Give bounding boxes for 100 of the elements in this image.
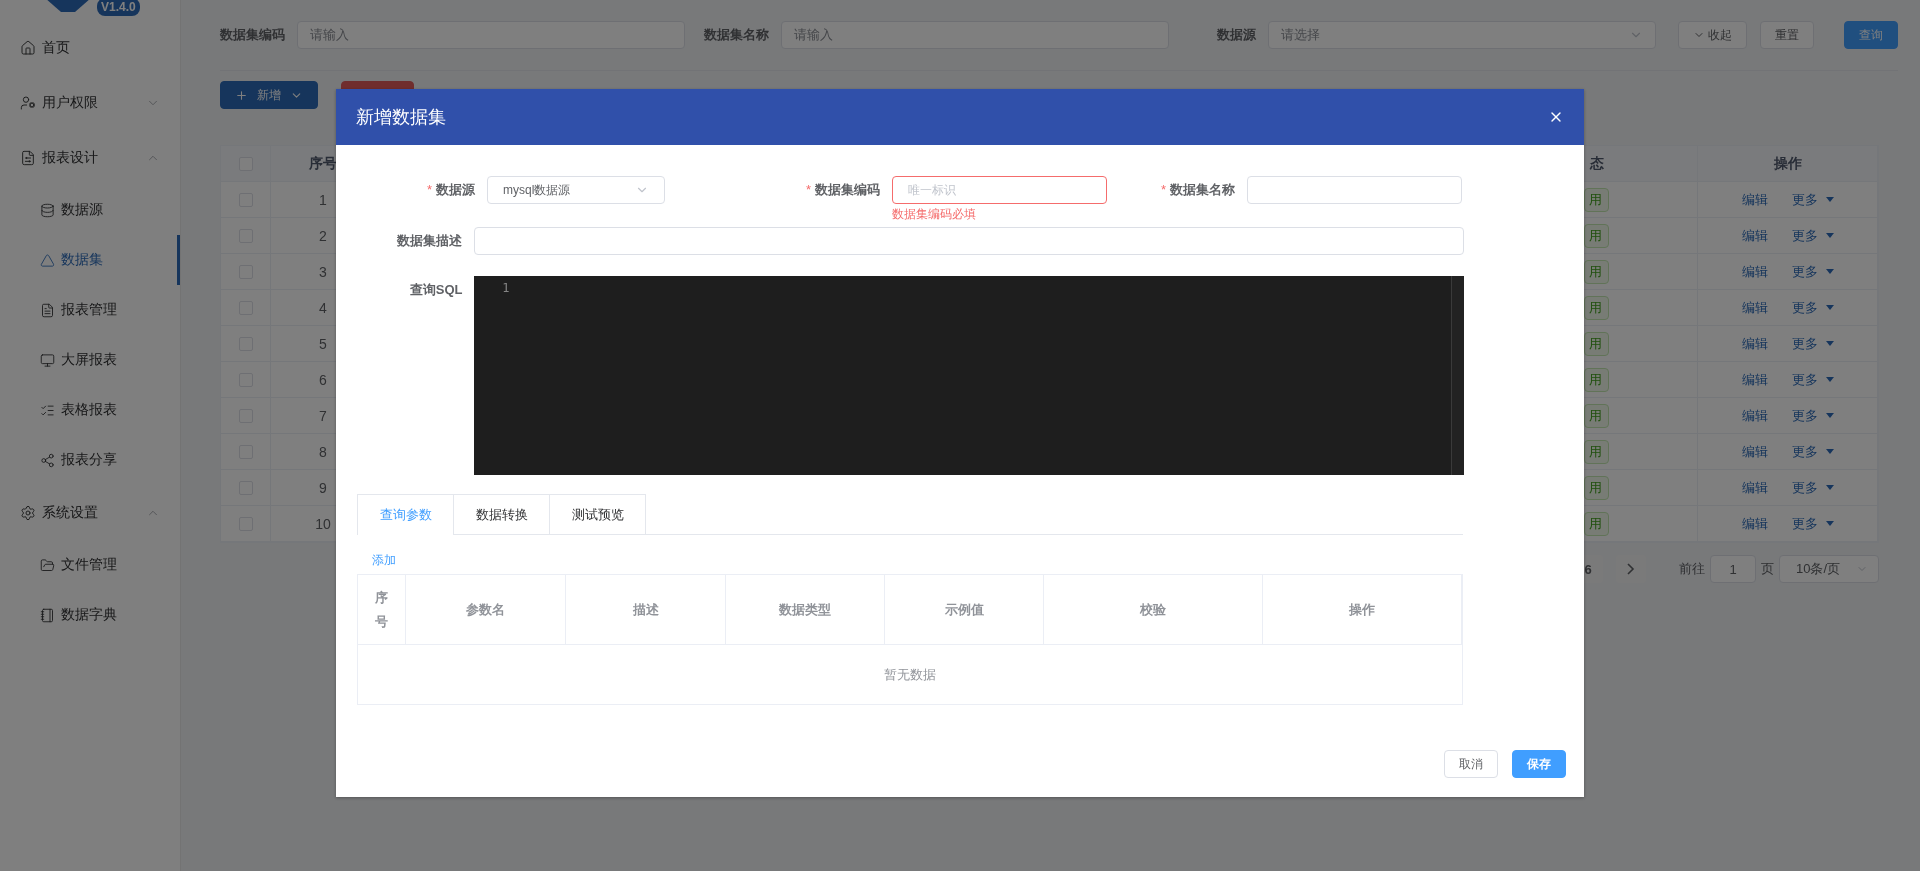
menu-item[interactable]: 首页 [0,20,180,75]
column-header: 描述 [566,575,726,644]
menu-label: 系统设置 [42,503,99,522]
status-tag: 用 [1584,259,1609,284]
submenu-item[interactable]: 数据字典 [0,590,180,640]
column-header: 数据类型 [726,575,885,644]
edit-link[interactable]: 编辑 [1741,406,1768,425]
caret-icon [1825,413,1834,418]
required-mark: * [426,182,432,197]
status-tag: 用 [1584,367,1609,392]
more-link[interactable]: 更多 [1791,406,1834,425]
edit-link[interactable]: 编辑 [1741,298,1768,317]
share-icon [40,452,55,468]
more-link[interactable]: 更多 [1791,226,1834,245]
more-link[interactable]: 更多 [1791,514,1834,533]
status-tag: 用 [1584,439,1609,464]
more-link[interactable]: 更多 [1791,334,1834,353]
code-editor[interactable]: 1 [474,276,1464,475]
caret-icon [1825,233,1834,238]
caret-icon [1825,449,1834,454]
menu-label: 报表分享 [61,451,118,469]
input-field[interactable] [474,227,1464,255]
status-tag: 用 [1584,223,1609,248]
version-badge: V1.4.0 [97,0,140,16]
more-link[interactable]: 更多 [1791,370,1834,389]
required-mark: * [805,182,811,197]
column-header: 操作 [1263,575,1462,644]
document-sliders-icon [20,149,36,166]
caret-icon [1825,485,1834,490]
select-field[interactable]: mysql数据源 [487,176,665,204]
status-tag: 用 [1584,295,1609,320]
caret-icon [1825,377,1834,382]
save-button[interactable]: 保存 [1512,750,1566,778]
add-button[interactable]: 新增 [220,81,318,109]
required-mark: * [1160,182,1166,197]
label-text: 数据集编码 [815,182,880,197]
menu-item[interactable]: 用户权限 [0,75,180,130]
more-link[interactable]: 更多 [1791,298,1834,317]
label-text: 数据集描述 [397,233,463,248]
submenu-item[interactable]: 文件管理 [0,540,180,590]
menu-label: 数据字典 [61,606,118,624]
more-link[interactable]: 更多 [1791,262,1834,281]
edit-link[interactable]: 编辑 [1741,514,1768,533]
status-tag: 用 [1584,475,1609,500]
notebook-icon [40,607,55,623]
menu-label: 报表设计 [42,148,99,167]
more-link[interactable]: 更多 [1791,190,1834,209]
column-header: 态 [1590,154,1604,173]
empty-message: 暂无数据 [883,665,937,684]
user-gear-icon [20,94,36,111]
menu-label: 报表管理 [61,301,118,319]
line-number: 1 [501,280,510,295]
label-text: 数据集名称 [1170,182,1235,197]
edit-link[interactable]: 编辑 [1741,190,1768,209]
more-link[interactable]: 更多 [1791,442,1834,461]
edit-link[interactable]: 编辑 [1741,442,1768,461]
submenu-item[interactable]: 报表管理 [0,285,180,335]
collapse-button[interactable]: 收起 [1678,21,1747,49]
filter-label: 数据集编码 [220,26,285,44]
menu-item[interactable]: 报表设计 [0,130,180,185]
caret-icon [1825,521,1834,526]
edit-link[interactable]: 编辑 [1741,334,1768,353]
monitor-icon [40,352,55,368]
submenu-item[interactable]: 表格报表 [0,385,180,435]
tab[interactable]: 查询参数 [357,494,454,535]
column-header: 参数名 [406,575,566,644]
edit-link[interactable]: 编辑 [1741,262,1768,281]
menu-label: 大屏报表 [61,351,118,369]
more-link[interactable]: 更多 [1791,478,1834,497]
plus-icon [235,88,248,102]
reset-button[interactable]: 重置 [1760,21,1814,49]
status-tag: 用 [1584,403,1609,428]
input-field[interactable] [1247,176,1462,204]
menu-item[interactable]: 系统设置 [0,485,180,540]
goto-label: 前往 [1679,560,1705,578]
logo-icon [45,0,91,12]
edit-link[interactable]: 编辑 [1741,370,1768,389]
submenu-item[interactable]: 数据源 [0,185,180,235]
menu-label: 数据集 [61,251,104,269]
query-button[interactable]: 查询 [1844,21,1898,49]
folder-icon [40,557,55,573]
status-tag: 用 [1584,331,1609,356]
submenu-item[interactable]: 数据集 [0,235,180,285]
page-input[interactable]: 1 [1710,555,1756,583]
label-text: 查询SQL [409,282,463,297]
column-header: 操作 [1698,146,1878,181]
caret-icon [1825,305,1834,310]
page-size-select[interactable]: 10条/页 [1779,555,1879,583]
submenu-item[interactable]: 大屏报表 [0,335,180,385]
error-message: 数据集编码必填 [892,206,976,223]
submenu-item[interactable]: 报表分享 [0,435,180,485]
tab[interactable]: 测试预览 [549,494,646,534]
edit-link[interactable]: 编辑 [1741,478,1768,497]
cancel-button[interactable]: 取消 [1444,750,1498,778]
settings-icon [20,504,36,521]
caret-icon [1825,269,1834,274]
column-header: 校验 [1044,575,1263,644]
add-link[interactable]: 添加 [372,552,396,569]
edit-link[interactable]: 编辑 [1741,226,1768,245]
menu-label: 用户权限 [42,93,99,112]
